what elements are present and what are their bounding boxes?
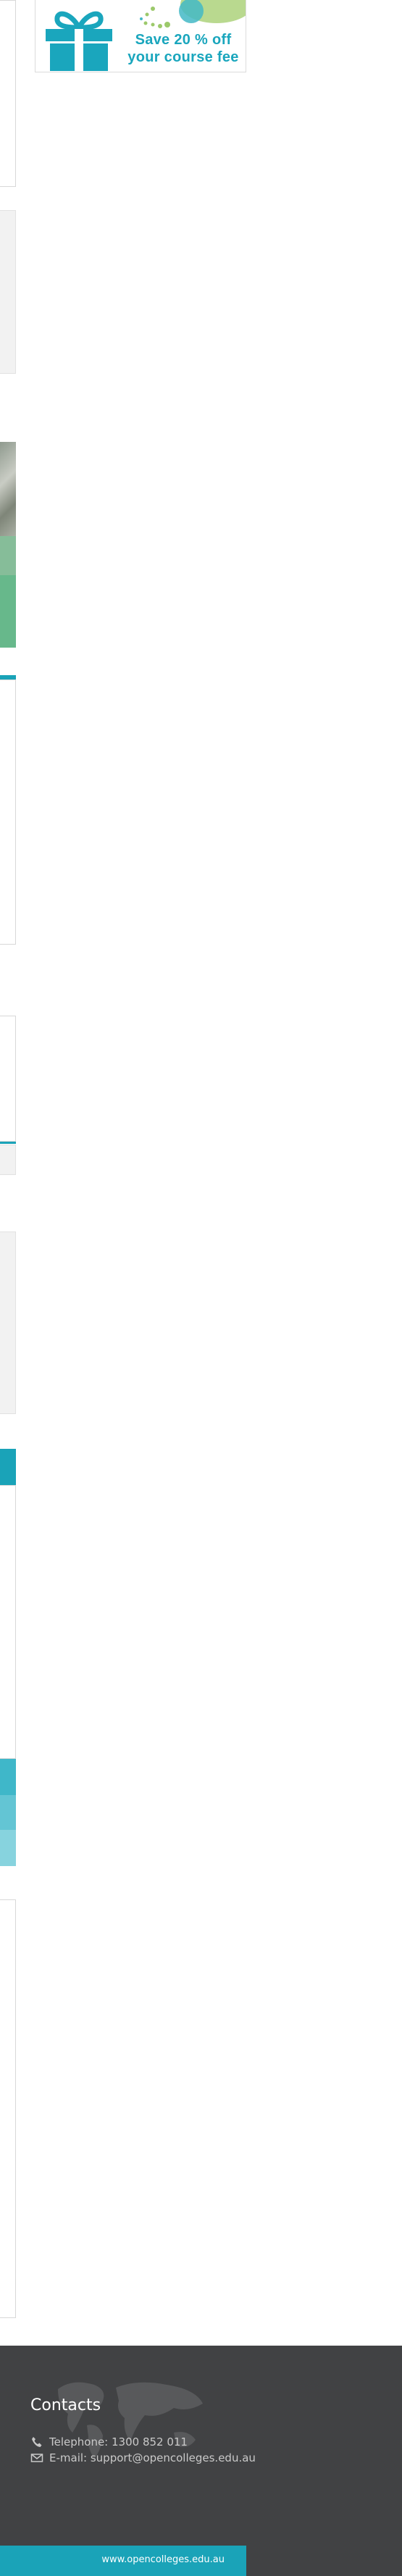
tab-fragment[interactable] [0, 1830, 16, 1866]
panel-fragment [0, 210, 16, 374]
panel-fragment [0, 1231, 16, 1414]
panel-fragment [0, 0, 16, 187]
promo-headline: Save 20 % off [135, 32, 232, 48]
panel-fragment [0, 679, 16, 945]
promo-subline: your course fee [127, 49, 239, 65]
phone-contact[interactable]: Telephone: 1300 852 011 [30, 2435, 188, 2449]
website-bar[interactable]: www.opencolleges.edu.au [0, 2546, 246, 2576]
tab-fragment[interactable] [0, 1449, 16, 1485]
website-link[interactable]: www.opencolleges.edu.au [101, 2554, 225, 2565]
phone-text: Telephone: 1300 852 011 [49, 2435, 188, 2449]
email-text: E-mail: support@opencolleges.edu.au [49, 2451, 256, 2464]
tab-fragment[interactable] [0, 1145, 16, 1175]
footer: Contacts Telephone: 1300 852 011 E-mail:… [0, 2346, 402, 2576]
image-fragment [0, 442, 16, 536]
phone-icon [32, 2437, 42, 2447]
email-contact[interactable]: E-mail: support@opencolleges.edu.au [30, 2451, 256, 2464]
tab-fragment[interactable] [0, 1759, 16, 1795]
button-fragment[interactable] [0, 575, 16, 648]
envelope-icon [30, 2454, 43, 2462]
world-map-icon [58, 2382, 203, 2459]
tab-fragment[interactable] [0, 1795, 16, 1830]
image-fragment [0, 536, 16, 575]
panel-fragment [0, 1016, 16, 1142]
panel-fragment [0, 1899, 16, 2318]
panel-fragment [0, 1485, 16, 1759]
footer-title: Contacts [30, 2396, 101, 2414]
promo-banner[interactable]: Save 20 % off your course fee [35, 0, 246, 72]
decorative-dots [140, 7, 170, 28]
gift-icon [46, 11, 112, 71]
divider [0, 1142, 16, 1144]
